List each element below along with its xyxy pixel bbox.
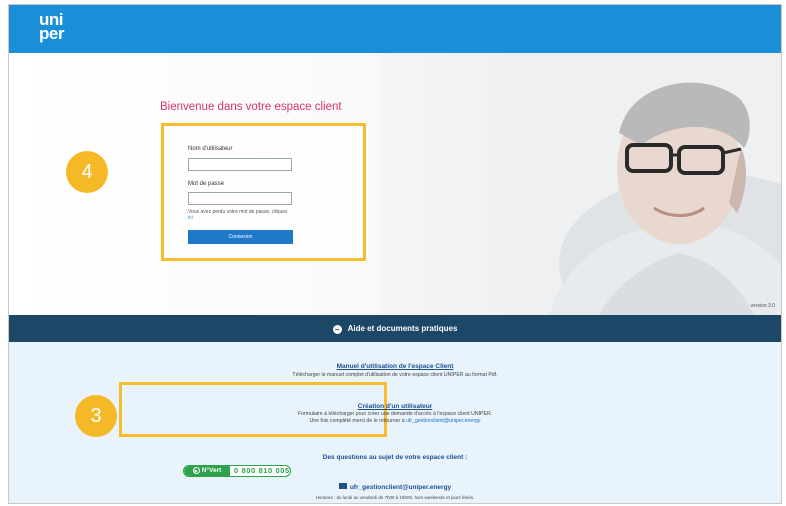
- password-label: Mot de passe: [188, 181, 225, 187]
- step-badge-3: 3: [75, 395, 117, 437]
- return-note-text: Une fois complété merci de le retourner …: [309, 418, 407, 424]
- welcome-title: Bienvenue dans votre espace client: [160, 101, 342, 113]
- password-input[interactable]: [188, 192, 292, 205]
- contact-email-link[interactable]: ufr_gestionclient@uniper.energy: [350, 484, 451, 491]
- username-label: Nom d'utilisateur: [188, 146, 233, 152]
- play-circle-icon: ▶: [192, 467, 200, 474]
- free-phone-number-badge[interactable]: ▶ N°Vert 0 800 810 005: [183, 465, 291, 477]
- logo-line-2: per: [39, 24, 64, 43]
- opening-hours: Horaires : du lundi au vendredi de 7h00 …: [315, 495, 475, 500]
- hero-photo-man-with-glasses: [379, 53, 781, 315]
- minus-circle-icon: −: [332, 325, 342, 334]
- numero-vert-label: ▶ N°Vert: [184, 466, 230, 476]
- user-creation-link[interactable]: Création d'un utilisateur: [9, 403, 781, 410]
- uniper-logo[interactable]: uni per: [39, 11, 64, 43]
- forgot-password-text: Vous avez perdu votre mot de passe, cliq…: [188, 209, 288, 215]
- user-manual-link[interactable]: Manuel d'utilisation de l'espace Client: [9, 363, 781, 370]
- top-header: uni per: [9, 5, 781, 53]
- help-documents-toggle[interactable]: − Aide et documents pratiques: [9, 315, 781, 342]
- forgot-password-link[interactable]: ici: [188, 215, 193, 221]
- login-form-highlight: Nom d'utilisateur Mot de passe Vous avez…: [161, 123, 366, 261]
- user-manual-description: Télécharger le manuel complet d'utilisat…: [292, 372, 498, 378]
- envelope-icon: [338, 483, 347, 489]
- user-creation-return-note: Une fois complété merci de le retourner …: [9, 418, 781, 424]
- step-badge-4: 4: [66, 151, 108, 193]
- return-email-link[interactable]: ufr_gestionclient@uniper.energy: [406, 418, 480, 424]
- user-creation-description: Formulaire à télécharger pour créer une …: [297, 411, 493, 417]
- help-bar-label: Aide et documents pratiques: [347, 324, 458, 333]
- version-label: version 3.0: [750, 303, 775, 309]
- contact-email-row: ufr_gestionclient@uniper.energy: [9, 483, 781, 491]
- phone-number: 0 800 810 005: [234, 466, 290, 475]
- help-documents-panel: Manuel d'utilisation de l'espace Client …: [9, 342, 781, 503]
- browser-frame: uni per Bienvenue dans votre espace clie…: [8, 4, 782, 504]
- hero-section: Bienvenue dans votre espace client Nom d…: [9, 53, 781, 315]
- questions-heading: Des questions au sujet de votre espace c…: [322, 454, 468, 461]
- username-input[interactable]: [188, 158, 292, 171]
- login-button[interactable]: Connexion: [188, 230, 293, 244]
- vert-label-text: N°Vert: [201, 467, 222, 474]
